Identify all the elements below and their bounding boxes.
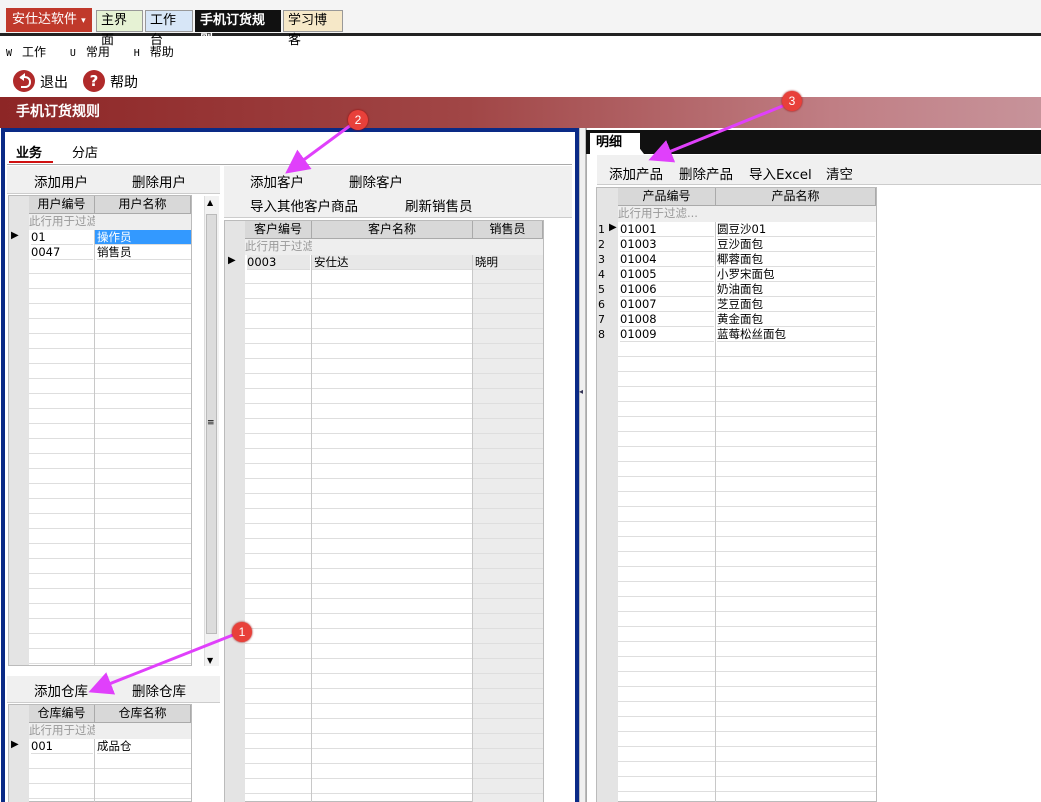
- annotation-badge-1: 1: [232, 622, 252, 642]
- app-window: 安仕达软件 ▾ 主界面 工作台 手机订货规则 学习博客 W 工作 U 常用 H 帮助 …: [0, 0, 1041, 802]
- annotation-arrow-1: [88, 631, 239, 695]
- annotation-layer: [88, 101, 791, 695]
- annotation-badge-2: 2: [348, 110, 368, 130]
- annotation-badge-3: 3: [782, 91, 802, 111]
- annotation-arrow-3: [648, 101, 791, 163]
- annotation-arrow-2: [285, 120, 356, 174]
